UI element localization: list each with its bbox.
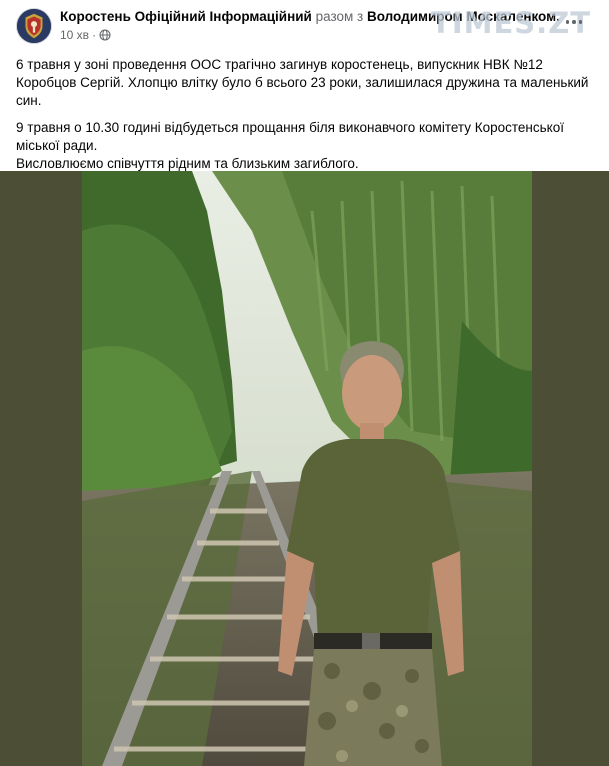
page-avatar[interactable] [16, 8, 52, 44]
more-options-icon[interactable] [561, 14, 587, 30]
post-line: 9 травня о 10.30 годині відбудеться прощ… [16, 120, 564, 153]
soldier-on-railway-photo [82, 171, 532, 766]
post-header: Коростень Офіційний Інформаційний разом … [0, 0, 609, 50]
post-photo[interactable] [82, 171, 532, 766]
globe-icon[interactable] [99, 29, 111, 41]
coat-of-arms-icon [17, 9, 51, 43]
post-meta: 10 хв · [60, 28, 111, 42]
post-timestamp[interactable]: 10 хв [60, 28, 89, 42]
post-paragraph: 6 травня у зоні проведення ООС трагічно … [16, 57, 589, 108]
meta-separator: · [92, 28, 97, 42]
post-paragraph: 9 травня о 10.30 годині відбудеться прощ… [16, 119, 596, 173]
post-body: 6 травня у зоні проведення ООС трагічно … [16, 56, 596, 173]
with-label: разом з [315, 9, 364, 24]
post-photo-frame[interactable] [0, 171, 609, 766]
page-name-link[interactable]: Коростень Офіційний Інформаційний [60, 9, 312, 24]
